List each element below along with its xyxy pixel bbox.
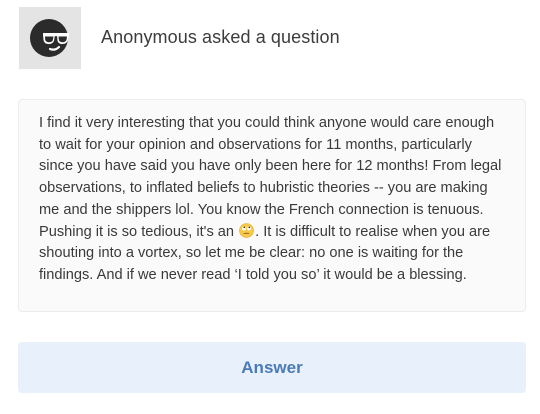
avatar[interactable] (19, 6, 81, 69)
question-header: Anonymous asked a question (19, 6, 340, 69)
anonymous-sunglasses-avatar-icon (28, 16, 72, 60)
asker-label: Anonymous asked a question (101, 27, 340, 47)
question-page: Anonymous asked a question I find it ver… (0, 0, 540, 414)
question-text-part-1: I find it very interesting that you coul… (39, 115, 502, 240)
eye-roll-emoji-icon (239, 222, 254, 238)
answer-button[interactable]: Answer (18, 342, 526, 393)
question-card: I find it very interesting that you coul… (18, 99, 526, 312)
question-text: I find it very interesting that you coul… (39, 113, 505, 287)
